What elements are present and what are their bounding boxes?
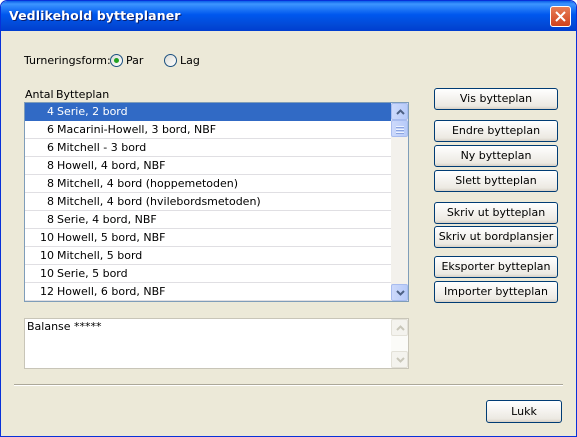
- bytteplan-list[interactable]: 4 Serie, 2 bord 6 Macarini-Howell, 3 bor…: [24, 102, 409, 302]
- eksporter-bytteplan-button[interactable]: Eksporter bytteplan: [434, 256, 558, 278]
- list-scrollbar[interactable]: [391, 103, 408, 301]
- list-item[interactable]: 4 Serie, 2 bord: [25, 103, 391, 121]
- close-icon: [555, 11, 566, 22]
- scroll-down-button[interactable]: [391, 284, 408, 301]
- description-memo[interactable]: Balanse *****: [24, 318, 409, 369]
- list-item[interactable]: 6 Mitchell - 3 bord: [25, 139, 391, 157]
- list-item-count: 4: [47, 105, 54, 118]
- list-item-count: 10: [40, 231, 54, 244]
- tournament-form-label: Turneringsform:: [24, 54, 111, 67]
- title-bar[interactable]: Vedlikehold bytteplaner: [1, 1, 576, 31]
- list-item-count: 6: [47, 141, 54, 154]
- lukk-button[interactable]: Lukk: [486, 400, 562, 423]
- list-item[interactable]: 8 Serie, 4 bord, NBF: [25, 211, 391, 229]
- list-item-plan: Mitchell - 3 bord: [57, 141, 147, 154]
- chevron-up-icon: [396, 109, 405, 115]
- chevron-down-icon: [396, 357, 405, 363]
- column-header-count[interactable]: Antal: [25, 88, 54, 101]
- list-item-count: 6: [47, 123, 54, 136]
- list-item[interactable]: 10 Mitchell, 5 bord: [25, 247, 391, 265]
- dialog-body: Turneringsform: Par Lag Antal Bytteplan …: [4, 31, 573, 433]
- endre-bytteplan-button[interactable]: Endre bytteplan: [434, 120, 558, 142]
- list-item-count: 8: [47, 195, 54, 208]
- skriv-ut-bordplansjer-button[interactable]: Skriv ut bordplansjer: [434, 226, 558, 248]
- list-item-plan: Serie, 5 bord: [57, 267, 128, 280]
- slett-bytteplan-button[interactable]: Slett bytteplan: [434, 170, 558, 192]
- list-item-plan: Macarini-Howell, 3 bord, NBF: [57, 123, 217, 136]
- skriv-ut-bytteplan-button[interactable]: Skriv ut bytteplan: [434, 202, 558, 224]
- list-item-count: 10: [40, 249, 54, 262]
- list-item-plan: Howell, 5 bord, NBF: [57, 231, 166, 244]
- close-button[interactable]: [550, 6, 571, 27]
- memo-scrollbar: [391, 319, 408, 368]
- radio-par[interactable]: [110, 54, 123, 67]
- radio-par-label[interactable]: Par: [126, 54, 143, 67]
- list-item-plan: Serie, 4 bord, NBF: [57, 213, 157, 226]
- radio-selected-dot: [114, 58, 119, 63]
- chevron-up-icon: [396, 325, 405, 331]
- list-item[interactable]: 12 Howell, 6 bord, NBF: [25, 283, 391, 301]
- scroll-up-button[interactable]: [391, 103, 408, 120]
- ny-bytteplan-button[interactable]: Ny bytteplan: [434, 145, 558, 167]
- list-item-plan: Mitchell, 4 bord (hoppemetoden): [57, 177, 239, 190]
- window-title: Vedlikehold bytteplaner: [9, 8, 181, 23]
- vis-bytteplan-button[interactable]: Vis bytteplan: [434, 88, 558, 110]
- list-item[interactable]: 8 Mitchell, 4 bord (hvilebordsmetoden): [25, 193, 391, 211]
- radio-lag-label[interactable]: Lag: [180, 54, 200, 67]
- list-item-count: 8: [47, 177, 54, 190]
- importer-bytteplan-button[interactable]: Importer bytteplan: [434, 281, 558, 303]
- list-item[interactable]: 10 Serie, 5 bord: [25, 265, 391, 283]
- list-item-count: 8: [47, 213, 54, 226]
- list-item-count: 8: [47, 159, 54, 172]
- list-item-plan: Howell, 4 bord, NBF: [57, 159, 166, 172]
- radio-lag[interactable]: [164, 54, 177, 67]
- list-item-plan: Mitchell, 5 bord: [57, 249, 143, 262]
- list-item-count: 12: [40, 285, 54, 298]
- memo-text: Balanse *****: [27, 320, 102, 333]
- dialog-window: Vedlikehold bytteplaner Turneringsform: …: [0, 0, 577, 437]
- list-item-plan: Serie, 2 bord: [57, 105, 128, 118]
- scroll-thumb[interactable]: [391, 120, 408, 137]
- chevron-down-icon: [396, 290, 405, 296]
- column-header-plan[interactable]: Bytteplan: [56, 88, 109, 101]
- list-item-plan: Howell, 6 bord, NBF: [57, 285, 166, 298]
- memo-scroll-down-button: [391, 351, 408, 368]
- list-item[interactable]: 8 Howell, 4 bord, NBF: [25, 157, 391, 175]
- memo-scroll-up-button: [391, 319, 408, 336]
- list-item[interactable]: 6 Macarini-Howell, 3 bord, NBF: [25, 121, 391, 139]
- list-item[interactable]: 10 Howell, 5 bord, NBF: [25, 229, 391, 247]
- list-item[interactable]: 8 Mitchell, 4 bord (hoppemetoden): [25, 175, 391, 193]
- list-item-count: 10: [40, 267, 54, 280]
- list-item-plan: Mitchell, 4 bord (hvilebordsmetoden): [57, 195, 261, 208]
- divider: [14, 384, 563, 386]
